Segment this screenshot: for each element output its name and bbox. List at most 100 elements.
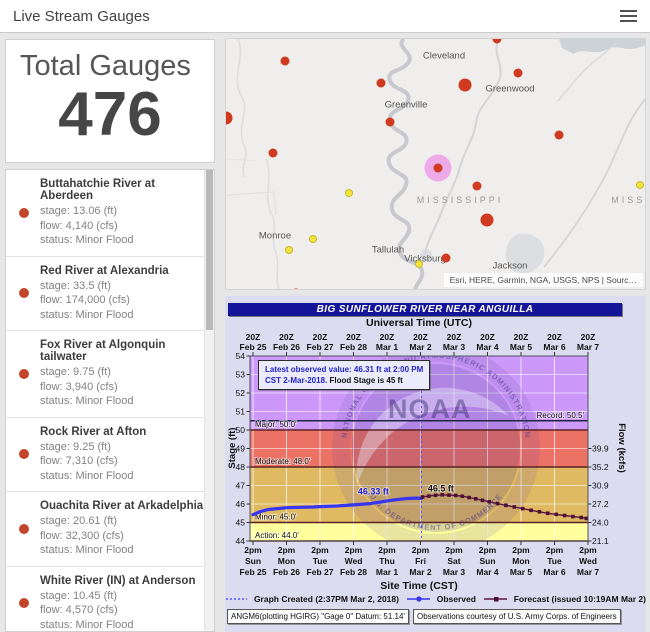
gauge-status: status: Minor Flood [40,308,169,323]
gauge-flow: flow: 4,570 (cfs) [40,603,195,618]
gauge-dot[interactable] [281,57,290,66]
list-item[interactable]: Rock River at Aftonstage: 9.25 (ft)flow:… [6,418,214,493]
gauge-status: status: Minor Flood [40,618,195,632]
svg-text:Mar 6: Mar 6 [543,567,565,577]
hamburger-menu-icon[interactable] [620,3,637,29]
gauge-dot[interactable] [555,131,564,140]
list-item[interactable]: Red River at Alexandriastage: 33.5 (ft)f… [6,257,214,332]
svg-text:20Z: 20Z [514,332,529,342]
svg-text:Thu: Thu [379,556,395,566]
forecast-line-icon [483,595,507,603]
gauge-dot[interactable] [415,260,423,268]
svg-text:Mar 2: Mar 2 [409,342,431,352]
gauge-dot[interactable] [473,182,482,191]
gauge-info: Rock River at Aftonstage: 9.25 (ft)flow:… [40,426,146,484]
gauge-flow: flow: 32,300 (cfs) [40,529,203,544]
map-label-greenwood: Greenwood [485,84,534,95]
gauge-name: Buttahatchie River at Aberdeen [40,178,204,202]
svg-text:Record: 50.5': Record: 50.5' [537,411,585,420]
svg-text:Site Time (CST): Site Time (CST) [380,580,457,592]
latest-observed-value: Latest observed value: 46.31 ft at 2:00 … [265,365,423,374]
svg-text:30.9: 30.9 [592,481,609,491]
hydrograph-plot: NOAANATIONAL OCEANIC AND ATMOSPHERIC ADM… [225,296,646,632]
svg-text:53: 53 [236,370,246,380]
scrollbar-thumb[interactable] [206,170,213,330]
gauge-dot[interactable] [459,79,472,92]
hydrograph-panel: BIG SUNFLOWER RIVER NEAR ANGUILLA Univer… [225,296,646,632]
svg-text:Feb 28: Feb 28 [340,567,367,577]
svg-text:20Z: 20Z [346,332,361,342]
gauge-stage: stage: 10.45 (ft) [40,589,195,604]
latest-observed-date: CST 2-Mar-2018. [265,376,327,385]
svg-text:20Z: 20Z [279,332,294,342]
svg-text:Mar 4: Mar 4 [476,567,498,577]
svg-text:46.33 ft: 46.33 ft [358,486,389,496]
gauge-name: Red River at Alexandria [40,265,169,277]
gauge-name: Fox River at Algonquin tailwater [40,339,204,363]
svg-text:2pm: 2pm [244,545,262,555]
svg-text:Action: 44.0': Action: 44.0' [255,531,299,540]
svg-text:46: 46 [236,499,246,509]
map-label-mississ: MISSISS [611,195,646,205]
gauge-name: White River (IN) at Anderson [40,575,195,587]
svg-text:Minor: 45.0': Minor: 45.0' [255,513,297,522]
gauge-status-dot [19,524,29,534]
svg-text:Feb 26: Feb 26 [273,342,300,352]
svg-text:52: 52 [236,388,246,398]
list-item[interactable]: Ouachita River at Arkadelphiastage: 20.6… [6,492,214,567]
gauge-status: status: Minor Flood [40,394,204,409]
gauge-dot[interactable] [636,181,644,189]
selected-gauge-dot[interactable] [434,164,443,173]
svg-text:Fri: Fri [415,556,426,566]
gauge-dot[interactable] [345,189,353,197]
legend-observed: Observed [437,594,476,604]
list-scrollbar[interactable] [204,170,214,631]
svg-text:35.2: 35.2 [592,462,609,472]
gauge-status-dot [19,208,29,218]
svg-text:2pm: 2pm [378,545,396,555]
map-label-mississippi: MISSISSIPPI [417,195,504,205]
svg-text:2pm: 2pm [546,545,564,555]
map-river-small-left [237,39,246,177]
gauge-dot[interactable] [377,79,386,88]
svg-text:39.9: 39.9 [592,444,609,454]
gauge-dot[interactable] [514,69,523,78]
total-gauges-label: Total Gauges [6,40,214,83]
svg-text:20Z: 20Z [547,332,562,342]
list-item[interactable]: Buttahatchie River at Aberdeen stage: 13.… [6,170,214,257]
gauge-status-dot [19,449,29,459]
svg-text:45: 45 [236,518,246,528]
svg-text:Feb 27: Feb 27 [307,567,334,577]
legend-graph-created: Graph Created (2:37PM Mar 2, 2018) [254,594,399,604]
svg-text:Mar 1: Mar 1 [376,342,398,352]
map-panel[interactable]: ClevelandGreenwoodGreenvilleMonroeTallul… [225,38,646,290]
list-item[interactable]: White River (IN) at Anderson stage: 10.45… [6,567,214,632]
gauge-dot[interactable] [309,235,317,243]
gauge-info: Red River at Alexandriastage: 33.5 (ft)f… [40,265,169,323]
svg-text:Tue: Tue [547,556,562,566]
svg-text:Mar 2: Mar 2 [409,567,431,577]
gauge-dot[interactable] [269,149,278,158]
gauge-dot[interactable] [285,246,293,254]
flood-stage-note: Flood Stage is 45 ft [329,376,402,385]
gauge-stage: stage: 13.06 (ft) [40,204,204,219]
svg-text:Feb 27: Feb 27 [307,342,334,352]
map-attribution: Esri, HERE, Garmin, NGA, USGS, NPS | Sou… [444,273,643,287]
svg-text:Mar 3: Mar 3 [443,567,465,577]
svg-text:Mar 7: Mar 7 [577,567,599,577]
map-label-cleveland: Cleveland [423,51,465,62]
gauge-status: status: Minor Flood [40,543,203,558]
svg-text:2pm: 2pm [412,545,430,555]
total-gauges-count: 476 [6,83,214,147]
gauge-dot[interactable] [481,214,494,227]
svg-text:2pm: 2pm [278,545,296,555]
svg-text:54: 54 [236,351,246,361]
svg-text:21.1: 21.1 [592,536,609,546]
svg-text:Mar 4: Mar 4 [476,342,498,352]
gauge-dot[interactable] [386,118,395,127]
gauge-dot[interactable] [442,254,451,263]
svg-text:Mar 7: Mar 7 [577,342,599,352]
gauge-status-dot [19,369,29,379]
gauge-status: status: Minor Flood [40,233,204,248]
list-item[interactable]: Fox River at Algonquin tailwaterstage: 9… [6,331,214,418]
